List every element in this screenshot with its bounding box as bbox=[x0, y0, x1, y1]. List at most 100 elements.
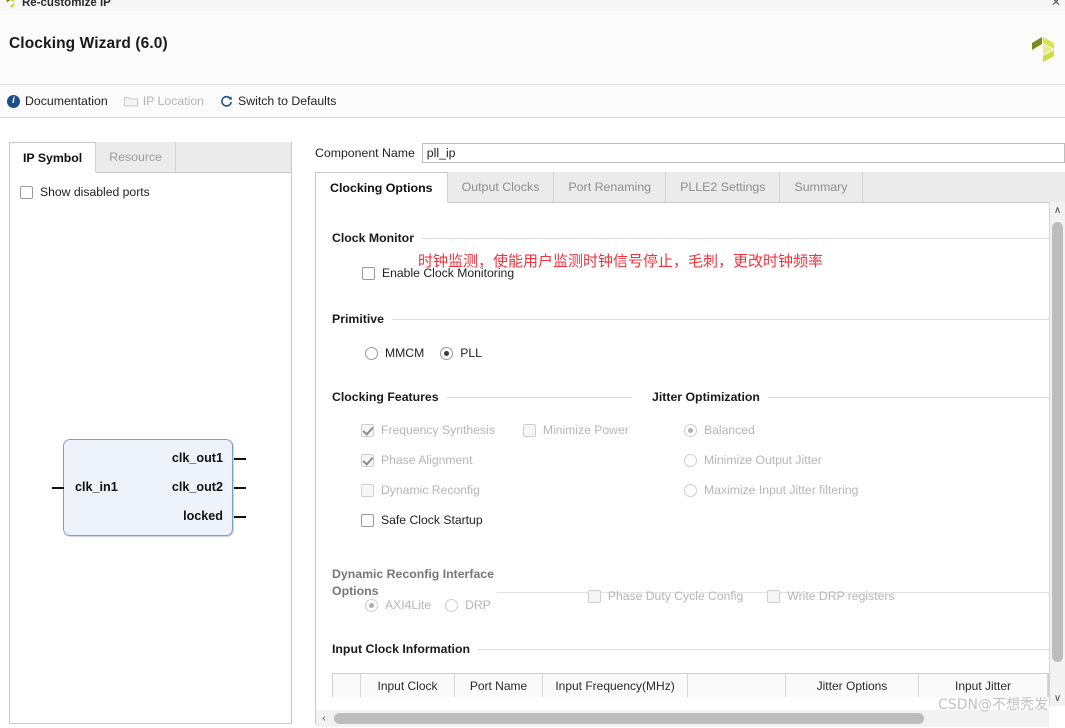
checkbox-box bbox=[20, 185, 33, 199]
ip-symbol-block: clk_in1 clk_out1 clk_out2 locked bbox=[52, 439, 246, 536]
table-col-spacer bbox=[688, 674, 786, 697]
dynamic-reconfig-heading-line1: Dynamic Reconfig Interface bbox=[332, 567, 494, 581]
section-divider bbox=[421, 237, 1049, 239]
feature-phase-alignment-checkbox[interactable]: Phase Alignment bbox=[361, 453, 632, 467]
jitter-optimization-heading: Jitter Optimization bbox=[652, 390, 1049, 404]
jitter-radio-minimize-output-jitter[interactable]: Minimize Output Jitter bbox=[684, 453, 1049, 467]
input-clock-information-heading: Input Clock Information bbox=[332, 642, 1049, 656]
feature-safe-clock-startup-checkbox[interactable]: Safe Clock Startup bbox=[361, 513, 632, 527]
checkbox-box bbox=[361, 453, 374, 467]
switch-to-defaults-button[interactable]: Switch to Defaults bbox=[220, 94, 336, 108]
scroll-down-icon[interactable]: ∨ bbox=[1050, 690, 1065, 706]
clocking-features-heading: Clocking Features bbox=[332, 390, 632, 404]
tab-output-clocks-label: Output Clocks bbox=[461, 180, 540, 194]
input-clock-information-section: Input Clock Information Input Clock Port… bbox=[332, 642, 1049, 697]
tab-plle2-settings-label: PLLE2 Settings bbox=[680, 180, 766, 194]
window-titlebar: Re-customize IP ✕ bbox=[0, 0, 1065, 11]
scroll-left-icon[interactable]: ‹ bbox=[316, 710, 332, 727]
tab-summary-label: Summary bbox=[794, 180, 848, 194]
tab-clocking-options[interactable]: Clocking Options bbox=[316, 173, 448, 203]
pin-label-clk-out2: clk_out2 bbox=[171, 480, 223, 494]
primitive-radio-mmcm[interactable]: MMCM bbox=[365, 346, 424, 360]
pin-label-clk-out1: clk_out1 bbox=[171, 451, 223, 465]
tab-plle2-settings[interactable]: PLLE2 Settings bbox=[666, 172, 781, 202]
tab-clocking-options-label: Clocking Options bbox=[330, 180, 433, 195]
radio-button bbox=[440, 346, 454, 360]
ip-location-label: IP Location bbox=[142, 94, 205, 108]
section-divider bbox=[391, 318, 1049, 320]
input-clock-information-heading-label: Input Clock Information bbox=[332, 642, 470, 656]
ip-symbol-panel: IP Symbol Resource Show disabled ports c… bbox=[9, 142, 292, 724]
pin-label-clk-in1: clk_in1 bbox=[75, 480, 118, 494]
reconfig-phase-duty-cycle-label: Phase Duty Cycle Config bbox=[607, 589, 744, 603]
component-name-input[interactable] bbox=[421, 143, 1065, 163]
reconfig-radio-drp[interactable]: DRP bbox=[445, 598, 491, 612]
scroll-up-icon[interactable]: ∧ bbox=[1050, 202, 1065, 218]
table-col-select bbox=[333, 674, 361, 697]
pin-wire-clk-in1 bbox=[52, 487, 64, 489]
tab-output-clocks[interactable]: Output Clocks bbox=[447, 172, 555, 202]
show-disabled-ports-checkbox[interactable]: Show disabled ports bbox=[20, 185, 150, 199]
checkbox-box bbox=[587, 589, 601, 603]
primitive-heading: Primitive bbox=[332, 312, 1049, 326]
folder-icon bbox=[123, 96, 138, 107]
radio-button bbox=[684, 453, 697, 467]
jitter-radio-balanced[interactable]: Balanced bbox=[684, 423, 1049, 437]
info-icon: i bbox=[7, 94, 20, 108]
tab-summary[interactable]: Summary bbox=[780, 172, 863, 202]
clock-monitor-heading-label: Clock Monitor bbox=[332, 231, 414, 245]
xilinx-logo-icon bbox=[3, 0, 18, 9]
tab-port-renaming-label: Port Renaming bbox=[568, 180, 652, 194]
horizontal-scroll-thumb[interactable] bbox=[334, 713, 924, 724]
tab-ip-symbol[interactable]: IP Symbol bbox=[10, 143, 97, 173]
checkbox-box bbox=[362, 266, 375, 280]
feature-dynamic-reconfig-checkbox[interactable]: Dynamic Reconfig bbox=[361, 483, 632, 497]
pin-wire-clk-out2 bbox=[234, 487, 246, 489]
tab-resource[interactable]: Resource bbox=[96, 142, 176, 172]
tab-ip-symbol-label: IP Symbol bbox=[23, 150, 83, 165]
primitive-mmcm-label: MMCM bbox=[385, 346, 425, 360]
pin-wire-clk-out1 bbox=[234, 458, 246, 460]
checkbox-box bbox=[767, 589, 781, 603]
feature-frequency-synthesis-checkbox[interactable]: Frequency Synthesis bbox=[361, 423, 495, 437]
clock-monitor-section: Clock Monitor 时钟监测，使能用户监测时钟信号停止，毛刺，更改时钟频… bbox=[332, 231, 1049, 280]
jitter-balanced-label: Balanced bbox=[704, 423, 755, 437]
right-tabs-filler bbox=[862, 172, 1065, 202]
reconfig-phase-duty-cycle-checkbox[interactable]: Phase Duty Cycle Config bbox=[587, 589, 744, 603]
re-customize-ip-window: Re-customize IP ✕ Clocking Wizard (6.0) … bbox=[0, 0, 1065, 728]
reconfig-axi4lite-label: AXI4Lite bbox=[385, 598, 432, 612]
pin-wire-locked bbox=[234, 516, 246, 518]
vertical-scroll-thumb[interactable] bbox=[1052, 222, 1063, 662]
vertical-scrollbar[interactable]: ∧ ∨ bbox=[1049, 202, 1065, 706]
xilinx-logo-icon bbox=[1027, 34, 1057, 64]
close-icon[interactable]: ✕ bbox=[1051, 0, 1061, 9]
primitive-radio-pll[interactable]: PLL bbox=[440, 346, 482, 360]
documentation-label: Documentation bbox=[25, 94, 108, 108]
feature-minimize-power-checkbox[interactable]: Minimize Power bbox=[522, 423, 629, 437]
dialog-header: Clocking Wizard (6.0) bbox=[0, 11, 1065, 85]
ip-location-button[interactable]: IP Location bbox=[123, 94, 205, 108]
watermark: CSDN@不想秃发 bbox=[938, 697, 1048, 713]
pin-label-locked: locked bbox=[183, 509, 223, 523]
tab-resource-label: Resource bbox=[109, 150, 162, 164]
table-col-input-clock: Input Clock bbox=[361, 674, 455, 697]
table-col-port-name: Port Name bbox=[455, 674, 543, 697]
feature-minimize-power-label: Minimize Power bbox=[542, 423, 629, 437]
jitter-radio-maximize-input-filtering[interactable]: Maximize Input Jitter filtering bbox=[684, 483, 1049, 497]
table-col-jitter-options: Jitter Options bbox=[786, 674, 919, 697]
jitter-maximize-input-label: Maximize Input Jitter filtering bbox=[704, 483, 859, 497]
radio-button bbox=[684, 483, 697, 497]
left-panel-tabs: IP Symbol Resource bbox=[10, 142, 291, 173]
reconfig-radio-axi4lite[interactable]: AXI4Lite bbox=[365, 598, 431, 612]
tab-port-renaming[interactable]: Port Renaming bbox=[554, 172, 667, 202]
reconfig-write-drp-registers-checkbox[interactable]: Write DRP registers bbox=[767, 589, 895, 603]
component-name-label: Component Name bbox=[315, 146, 415, 160]
right-panel-tabs: Clocking Options Output Clocks Port Rena… bbox=[316, 172, 1065, 203]
documentation-button[interactable]: i Documentation bbox=[7, 94, 108, 108]
radio-button bbox=[365, 598, 378, 612]
reconfig-drp-label: DRP bbox=[465, 598, 491, 612]
clocking-features-section: Clocking Features Frequency Synthesis Mi… bbox=[332, 390, 632, 527]
radio-button bbox=[445, 598, 459, 612]
clocking-options-panel: Clocking Options Output Clocks Port Rena… bbox=[315, 172, 1065, 724]
jitter-minimize-output-label: Minimize Output Jitter bbox=[704, 453, 822, 467]
